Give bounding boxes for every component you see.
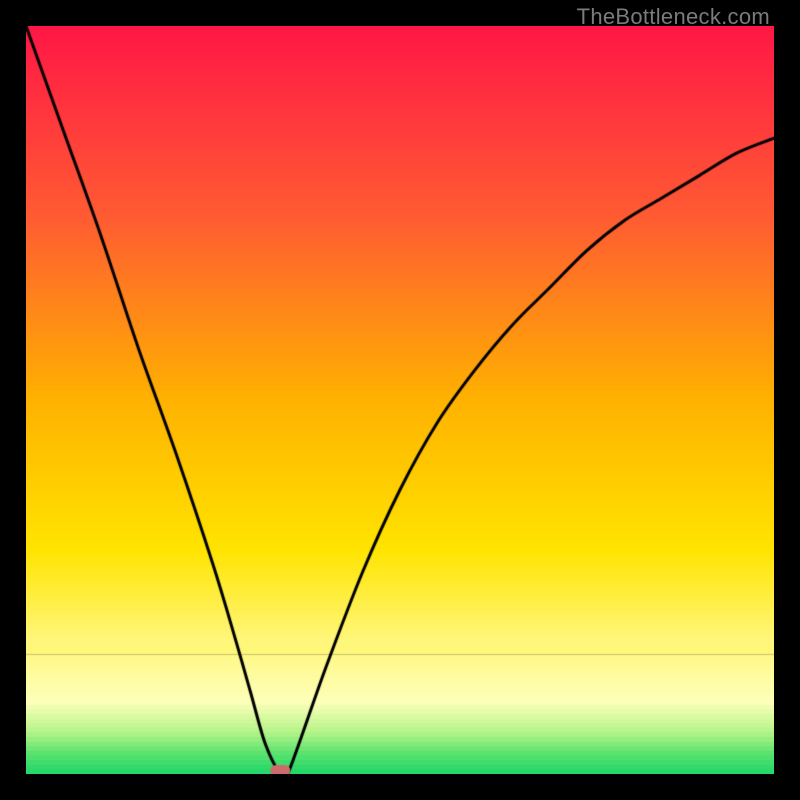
bottleneck-chart-canvas [26,26,774,774]
plot-area [26,26,774,774]
chart-frame: TheBottleneck.com [0,0,800,800]
